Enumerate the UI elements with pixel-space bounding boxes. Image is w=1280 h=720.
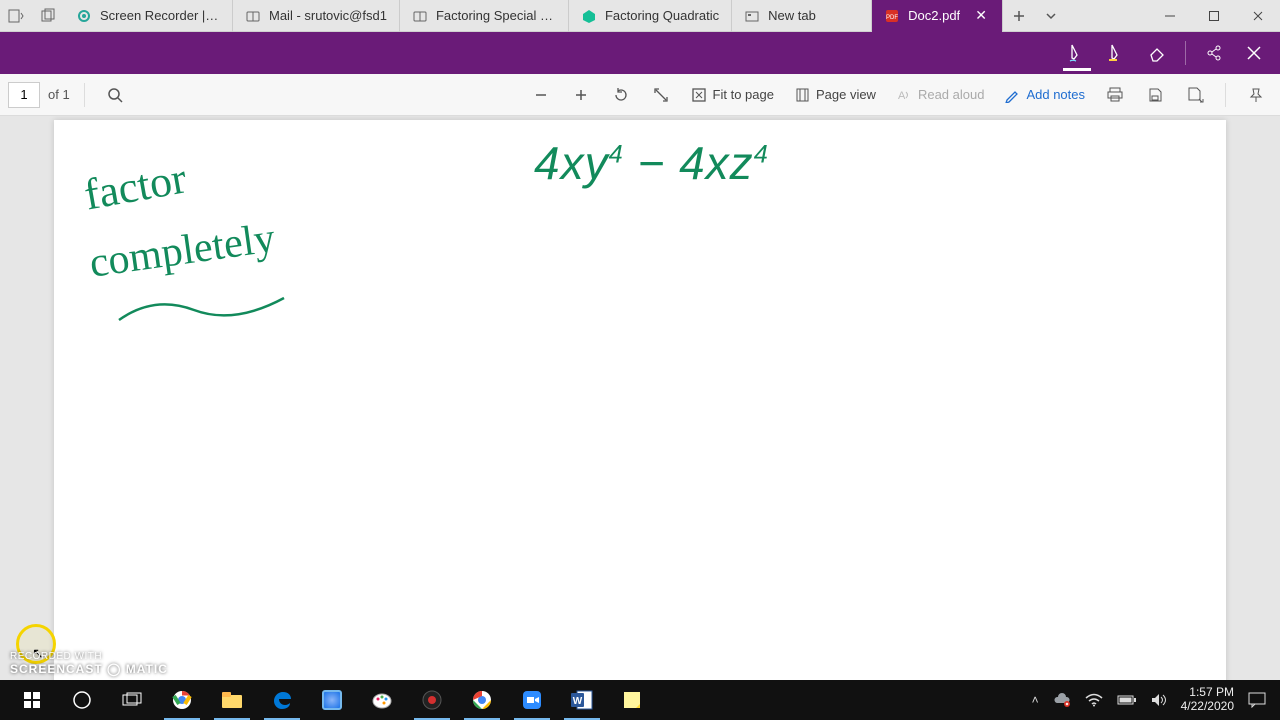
tray-battery-icon[interactable]	[1117, 694, 1137, 706]
close-icon[interactable]: ✕	[972, 7, 990, 24]
taskbar-edge[interactable]	[258, 680, 306, 720]
reading-icon	[412, 8, 428, 24]
eraser-tool-button[interactable]	[1139, 35, 1175, 71]
taskbar-paint[interactable]	[358, 680, 406, 720]
find-button[interactable]	[99, 79, 131, 111]
tray-time: 1:57 PM	[1181, 686, 1234, 700]
expr-mid: − 4xz	[624, 137, 754, 189]
taskbar-file-explorer[interactable]	[208, 680, 256, 720]
watermark-line2: SCREENCAST ◯ MATIC	[10, 662, 168, 676]
fullscreen-button[interactable]	[645, 79, 677, 111]
tray-volume-icon[interactable]	[1151, 693, 1167, 707]
ink-expression: 4xy4 − 4xz4	[534, 140, 769, 187]
tab-label: Doc2.pdf	[908, 8, 960, 23]
tray-date: 4/22/2020	[1181, 700, 1234, 714]
tray-onedrive-icon[interactable]	[1053, 693, 1071, 707]
taskbar-chrome[interactable]	[158, 680, 206, 720]
add-notes-button[interactable]: Add notes	[998, 79, 1091, 111]
tab-label: Screen Recorder | Sc	[100, 8, 220, 23]
svg-text:A: A	[898, 90, 906, 102]
save-button[interactable]	[1139, 79, 1171, 111]
window-close-button[interactable]	[1236, 0, 1280, 32]
annot-separator	[1185, 41, 1186, 65]
expr-sup1: 4	[609, 141, 624, 169]
annotation-toolbar	[0, 32, 1280, 74]
pen-tool-button[interactable]	[1059, 35, 1095, 71]
tab-label: Factoring Quadratic	[605, 8, 719, 23]
taskbar-sticky-notes[interactable]	[608, 680, 656, 720]
taskbar-chrome-2[interactable]	[458, 680, 506, 720]
share-button[interactable]	[1196, 35, 1232, 71]
read-aloud-label: Read aloud	[918, 87, 985, 102]
window-minimize-button[interactable]	[1148, 0, 1192, 32]
toolbar-divider	[84, 83, 85, 107]
tray-clock[interactable]: 1:57 PM 4/22/2020	[1181, 686, 1234, 714]
start-button[interactable]	[8, 680, 56, 720]
tab-label: Factoring Special Cas	[436, 8, 556, 23]
ink-word-factor: factor	[81, 156, 190, 217]
print-button[interactable]	[1099, 79, 1131, 111]
window-maximize-button[interactable]	[1192, 0, 1236, 32]
new-tab-button[interactable]	[1003, 0, 1035, 32]
ink-underline-swash	[114, 290, 294, 330]
tab-screen-recorder[interactable]: Screen Recorder | Sc	[64, 0, 233, 32]
recorder-watermark: RECORDED WITH SCREENCAST ◯ MATIC	[10, 651, 168, 676]
tab-aside-icon[interactable]	[0, 0, 32, 32]
tab-label: New tab	[768, 8, 816, 23]
tray-wifi-icon[interactable]	[1085, 693, 1103, 707]
cortana-button[interactable]	[58, 680, 106, 720]
page-view-label: Page view	[816, 87, 876, 102]
tab-new-tab[interactable]: New tab	[732, 0, 872, 32]
tray-action-center-icon[interactable]	[1248, 692, 1266, 708]
annotation-close-button[interactable]	[1236, 35, 1272, 71]
taskbar-zoom[interactable]	[508, 680, 556, 720]
expr-part1: 4xy	[534, 137, 609, 189]
page-total-label: of 1	[48, 87, 70, 102]
tab-factoring-special[interactable]: Factoring Special Cas	[400, 0, 569, 32]
zoom-in-button[interactable]	[565, 79, 597, 111]
add-notes-label: Add notes	[1026, 87, 1085, 102]
taskbar: W ˄ 1:57 PM 4/22/2020	[0, 680, 1280, 720]
taskbar-app-generic1[interactable]	[308, 680, 356, 720]
taskbar-word[interactable]: W	[558, 680, 606, 720]
taskbar-screencast[interactable]	[408, 680, 456, 720]
pdf-page: factor completely 4xy4 − 4xz4	[54, 120, 1226, 680]
page-number-input[interactable]	[8, 82, 40, 108]
tabs-set-aside-icon[interactable]	[32, 0, 64, 32]
pdf-icon: PDF	[884, 8, 900, 24]
newtab-icon	[744, 8, 760, 24]
toolbar-divider	[1225, 83, 1226, 107]
read-aloud-button: A Read aloud	[890, 79, 991, 111]
highlighter-tool-button[interactable]	[1099, 35, 1135, 71]
pdf-viewer[interactable]: factor completely 4xy4 − 4xz4	[0, 116, 1280, 680]
rotate-button[interactable]	[605, 79, 637, 111]
watermark-line1: RECORDED WITH	[10, 651, 168, 662]
system-tray: ˄ 1:57 PM 4/22/2020	[1032, 686, 1272, 714]
reading-icon	[245, 8, 261, 24]
pin-toolbar-button[interactable]	[1240, 79, 1272, 111]
task-view-button[interactable]	[108, 680, 156, 720]
svg-text:W: W	[573, 696, 583, 707]
fit-to-page-button[interactable]: Fit to page	[685, 79, 780, 111]
fit-to-page-label: Fit to page	[713, 87, 774, 102]
expr-sup2: 4	[754, 141, 769, 169]
tab-bar: Screen Recorder | Sc Mail - srutovic@fsd…	[0, 0, 1280, 32]
ink-word-completely: completely	[87, 217, 278, 285]
pdf-toolbar: of 1 Fit to page Page view A Read aloud …	[0, 74, 1280, 116]
record-dot-icon	[76, 8, 92, 24]
tab-mail[interactable]: Mail - srutovic@fsd1	[233, 0, 400, 32]
khan-icon	[581, 8, 597, 24]
zoom-out-button[interactable]	[525, 79, 557, 111]
page-view-button[interactable]: Page view	[788, 79, 882, 111]
tab-doc2-pdf[interactable]: PDF Doc2.pdf ✕	[872, 0, 1003, 32]
tab-overflow-button[interactable]	[1035, 0, 1067, 32]
tab-factoring-quadratic[interactable]: Factoring Quadratic	[569, 0, 732, 32]
tab-label: Mail - srutovic@fsd1	[269, 8, 387, 23]
tray-overflow-button[interactable]: ˄	[1032, 693, 1039, 707]
svg-text:PDF: PDF	[886, 15, 898, 21]
save-as-button[interactable]	[1179, 79, 1211, 111]
